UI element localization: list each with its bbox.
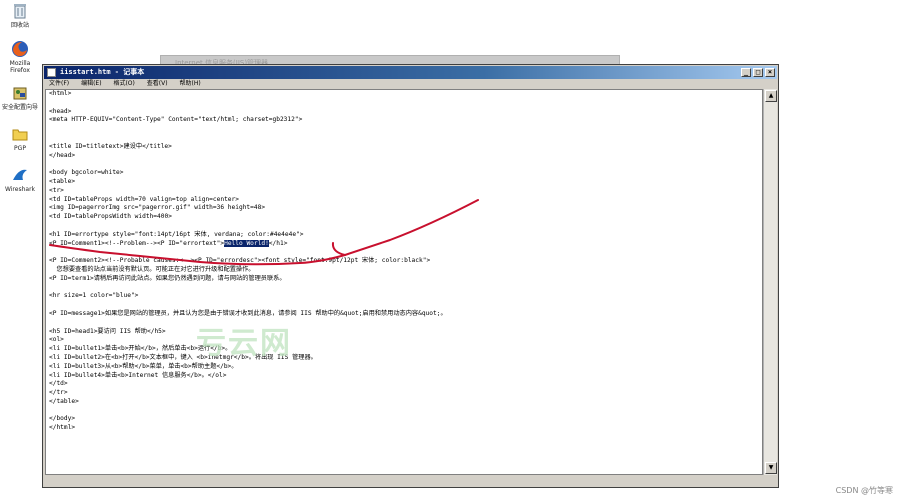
menu-file[interactable]: 文件(F): [44, 79, 74, 89]
wireshark-icon: [11, 166, 29, 184]
code-line: <P ID=term1>请稍后再访问此站点。如果您仍然遇到问题，请与网站的管理员…: [49, 274, 286, 282]
desktop-icon-security-wizard[interactable]: 安全配置向导: [2, 84, 38, 111]
menu-bar: 文件(F) 编辑(E) 格式(O) 查看(V) 帮助(H): [44, 79, 777, 89]
code-line: <tr>: [49, 186, 64, 194]
maximize-button[interactable]: □: [753, 68, 763, 77]
code-line: <meta HTTP-EQUIV="Content-Type" Content=…: [49, 116, 303, 124]
desktop-icon-label: Mozilla Firefox: [9, 60, 31, 74]
code-line: <P ID=Comment1><!--Problem--><P ID="erro…: [49, 239, 288, 247]
code-line: <td ID=tableProps width=70 valign=top al…: [49, 195, 239, 203]
code-line: <table>: [49, 177, 76, 185]
desktop-icon-wireshark[interactable]: Wireshark: [2, 166, 38, 193]
code-line: <body bgcolor=white>: [49, 169, 124, 177]
desktop-icon-label: 安全配置向导: [2, 104, 39, 111]
code-line: <hr size=1 color="blue">: [49, 292, 139, 300]
credit-text: CSDN @竹等寒: [835, 486, 893, 495]
code-line: <td ID=tablePropsWidth width=400>: [49, 213, 172, 221]
text-editor-area[interactable]: <html> <head> <meta HTTP-EQUIV="Content-T…: [45, 89, 763, 475]
code-line: <h1 ID=errortype style="font:14pt/16pt 宋…: [49, 230, 304, 238]
minimize-button[interactable]: _: [741, 68, 751, 77]
selected-text: Hello World!: [224, 239, 269, 247]
status-strip: [45, 475, 777, 487]
menu-format[interactable]: 格式(O): [108, 79, 139, 89]
window-title: iisstart.htm - 记事本: [60, 68, 145, 76]
folder-icon: [11, 125, 29, 143]
code-line: </table>: [49, 397, 79, 405]
notepad-window: iisstart.htm - 记事本 _ □ × 文件(F) 编辑(E) 格式(…: [42, 64, 779, 488]
firefox-icon: [11, 40, 29, 58]
close-button[interactable]: ×: [765, 68, 775, 77]
security-wizard-icon: [11, 84, 29, 102]
document-text: <html> <head> <meta HTTP-EQUIV="Content-T…: [49, 90, 447, 433]
code-line: 您想要查看的站点当前没有默认页。可能正在对它进行升级和配置操作。: [49, 265, 255, 273]
desktop-icon-firefox[interactable]: Mozilla Firefox: [2, 40, 38, 74]
desktop-icon-recycle-bin[interactable]: 回收站: [2, 2, 38, 29]
code-line: <P ID=Comment2><!--Probable causes:<--><…: [49, 257, 431, 265]
menu-help[interactable]: 帮助(H): [175, 79, 206, 89]
code-line: </head>: [49, 151, 76, 159]
recycle-bin-icon: [11, 2, 29, 20]
code-line: <head>: [49, 107, 72, 115]
menu-edit[interactable]: 编辑(E): [76, 79, 106, 89]
desktop-icon-label: Wireshark: [4, 186, 36, 193]
code-line: </td>: [49, 380, 68, 388]
code-line: </tr>: [49, 389, 68, 397]
code-line: <img ID=pagerrorImg src="pagerror.gif" w…: [49, 204, 266, 212]
code-line: <li ID=bullet3>从<b>帮助</b>菜单，单击<b>帮助主题</b…: [49, 362, 238, 370]
vertical-scrollbar[interactable]: ▲ ▼: [763, 89, 777, 475]
code-line: </body>: [49, 415, 76, 423]
code-line: <li ID=bullet4>单击<b>Internet 信息服务</b>。</…: [49, 371, 227, 379]
code-line: <title ID=titletext>建设中</title>: [49, 142, 172, 150]
menu-view[interactable]: 查看(V): [142, 79, 173, 89]
code-line: </html>: [49, 424, 76, 432]
desktop-icon-label: 回收站: [10, 22, 29, 29]
scroll-up-button[interactable]: ▲: [765, 90, 777, 102]
code-line: <html>: [49, 90, 72, 97]
scroll-down-button[interactable]: ▼: [765, 462, 777, 474]
notepad-titlebar[interactable]: iisstart.htm - 记事本 _ □ ×: [44, 66, 777, 79]
watermark-logo: 亏云网: [196, 326, 292, 361]
desktop-icon-pgp[interactable]: PGP: [2, 125, 38, 152]
notepad-app-icon: [47, 68, 56, 77]
desktop-icon-label: PGP: [14, 145, 26, 152]
